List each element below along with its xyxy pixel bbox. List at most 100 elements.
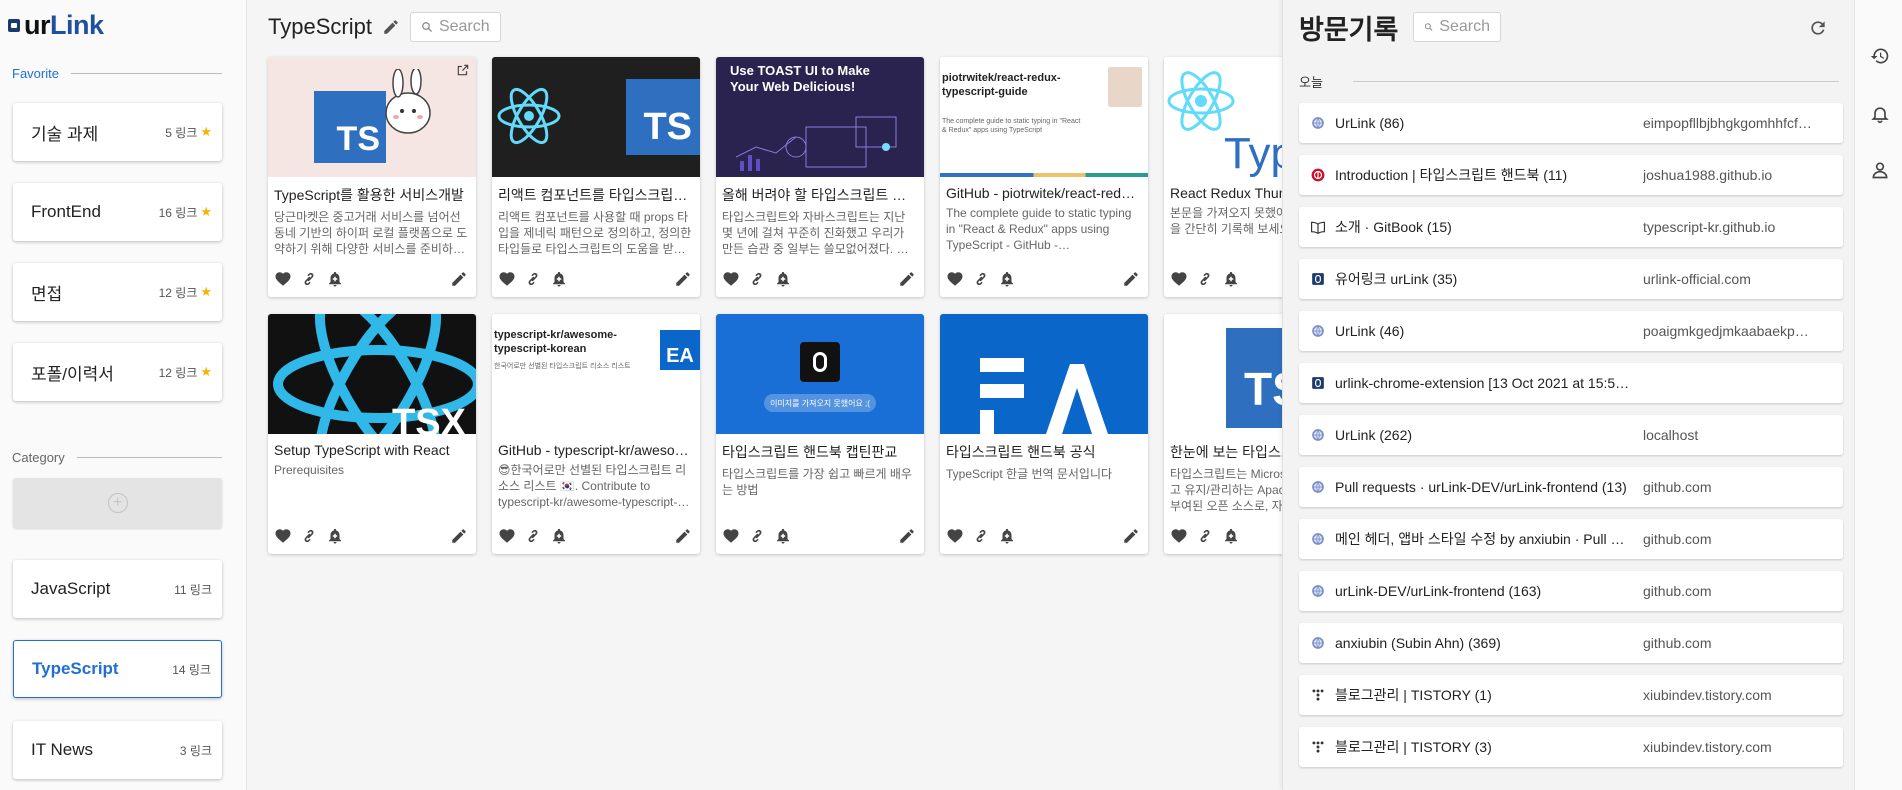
- link-card[interactable]: piotrwitek/react-redux-typescript-guide …: [940, 57, 1148, 297]
- link-icon[interactable]: [300, 527, 318, 545]
- favorite-item-4[interactable]: 포폴/이력서 12 링크 ★: [13, 343, 222, 401]
- edit-icon[interactable]: [674, 527, 692, 545]
- link-card[interactable]: typescript-kr/awesome-typescript-korean …: [492, 314, 700, 554]
- bell-plus-icon[interactable]: [550, 270, 568, 288]
- history-item[interactable]: anxiubin (Subin Ahn) (369) github.com: [1299, 623, 1843, 663]
- edit-icon[interactable]: [898, 270, 916, 288]
- history-item-title: 블로그관리 | TISTORY (1): [1335, 687, 1492, 703]
- heart-icon[interactable]: [722, 527, 740, 545]
- category-item-name: JavaScript: [31, 579, 111, 598]
- edit-icon[interactable]: [450, 527, 468, 545]
- history-item-title: 메인 헤더, 앱바 스타일 수정 by anxiubin · Pull Requ…: [1335, 531, 1631, 547]
- user-icon[interactable]: [1870, 160, 1890, 180]
- refresh-icon[interactable]: [1808, 18, 1828, 38]
- history-item[interactable]: 블로그관리 | TISTORY (1) xiubindev.tistory.com: [1299, 675, 1843, 715]
- heart-icon[interactable]: [946, 270, 964, 288]
- card-title: 올해 버려야 할 타입스크립트 나쁜 습관: [722, 187, 924, 203]
- history-item[interactable]: UrLink (262) localhost: [1299, 415, 1843, 455]
- heart-icon[interactable]: [274, 270, 292, 288]
- card-description: 타입스크립트를 가장 쉽고 빠르게 배우는 방법: [722, 467, 912, 497]
- urlink-icon: [1311, 272, 1325, 286]
- edit-icon[interactable]: [898, 527, 916, 545]
- link-card[interactable]: TSX Setup TypeScript with React Prerequi…: [268, 314, 476, 554]
- history-item[interactable]: Pull requests · urLink-DEV/urLink-fronte…: [1299, 467, 1843, 507]
- link-card[interactable]: 타입스크립트 핸드북 공식 TypeScript 한글 번역 문서입니다: [940, 314, 1148, 554]
- history-panel: 방문기록 Search 오늘 UrLink (86) eimpopfllbjbhg…: [1282, 0, 1854, 790]
- history-search-input[interactable]: Search: [1413, 12, 1501, 42]
- bell-plus-icon[interactable]: [326, 270, 344, 288]
- globe-icon: [1311, 532, 1325, 546]
- history-item-domain: typescript-kr.github.io: [1643, 219, 1776, 235]
- heart-icon[interactable]: [498, 270, 516, 288]
- open-external-icon[interactable]: [456, 63, 470, 77]
- bell-icon[interactable]: [1870, 104, 1890, 124]
- card-thumbnail: 이미지를 가져오지 못했어요 ;(: [716, 314, 924, 434]
- link-icon[interactable]: [1196, 527, 1214, 545]
- bell-plus-icon[interactable]: [550, 527, 568, 545]
- history-item-title: urLink-DEV/urLink-frontend (163): [1335, 583, 1542, 599]
- history-item[interactable]: 소개 · GitBook (15) typescript-kr.github.io: [1299, 207, 1843, 247]
- book-icon: [1311, 220, 1325, 234]
- heart-icon[interactable]: [498, 527, 516, 545]
- ea-logo: EA: [660, 330, 700, 370]
- link-search-input[interactable]: Search: [409, 12, 501, 42]
- heart-icon[interactable]: [946, 527, 964, 545]
- add-circle-icon: +: [107, 493, 128, 513]
- ts-logo: TS: [626, 79, 700, 155]
- bell-plus-icon[interactable]: [326, 527, 344, 545]
- history-item[interactable]: urLink-DEV/urLink-frontend (163) github.c…: [1299, 571, 1843, 611]
- category-item-javascript[interactable]: JavaScript 11 링크: [13, 560, 222, 618]
- history-item-domain: urlink-official.com: [1643, 271, 1751, 287]
- history-item[interactable]: urlink-chrome-extension [13 Oct 2021 at …: [1299, 363, 1843, 403]
- heart-icon[interactable]: [722, 270, 740, 288]
- history-item[interactable]: UrLink (46) poaigmkgedjmkaabaekpnmgafbbcf…: [1299, 311, 1843, 351]
- link-icon[interactable]: [972, 270, 990, 288]
- link-icon[interactable]: [300, 270, 318, 288]
- favorite-item-3[interactable]: 면접 12 링크 ★: [13, 263, 222, 321]
- app-logo[interactable]: urLink: [8, 10, 104, 41]
- link-icon[interactable]: [524, 270, 542, 288]
- category-item-typescript[interactable]: TypeScript 14 링크: [13, 640, 222, 698]
- bell-plus-icon[interactable]: [774, 270, 792, 288]
- thumb-repo-desc: 한국어로만 선별된 타입스크립트 리소스 리스트: [494, 363, 631, 370]
- history-icon[interactable]: [1870, 46, 1890, 66]
- card-thumbnail: TSX: [268, 314, 476, 434]
- add-category-button[interactable]: +: [13, 478, 222, 528]
- link-card[interactable]: Use TOAST UI to Make Your Web Delicious!…: [716, 57, 924, 297]
- favorite-item-1[interactable]: 기술 과제 5 링크 ★: [13, 103, 222, 161]
- bell-plus-icon[interactable]: [1222, 270, 1240, 288]
- thumb-repo-name: typescript-kr/awesome-typescript-korean: [494, 329, 617, 355]
- card-actions: [946, 526, 1140, 546]
- edit-icon[interactable]: [450, 270, 468, 288]
- bell-plus-icon[interactable]: [998, 527, 1016, 545]
- edit-icon[interactable]: [1122, 527, 1140, 545]
- link-card[interactable]: 이미지를 가져오지 못했어요 ;( 타입스크립트 핸드북 캡틴판교 타입스크립트…: [716, 314, 924, 554]
- bell-plus-icon[interactable]: [774, 527, 792, 545]
- history-item[interactable]: 유어링크 urLink (35) urlink-official.com: [1299, 259, 1843, 299]
- link-card[interactable]: TS 리액트 컴포넌트를 타입스크립트로 작성하기 리액트 컴포넌트를 사용할 …: [492, 57, 700, 297]
- link-icon[interactable]: [524, 527, 542, 545]
- heart-icon[interactable]: [1170, 270, 1188, 288]
- history-item[interactable]: 메인 헤더, 앱바 스타일 수정 by anxiubin · Pull Requ…: [1299, 519, 1843, 559]
- heart-icon[interactable]: [274, 527, 292, 545]
- link-icon[interactable]: [1196, 270, 1214, 288]
- link-icon[interactable]: [748, 270, 766, 288]
- edit-icon[interactable]: [1122, 270, 1140, 288]
- heart-icon[interactable]: [1170, 527, 1188, 545]
- history-item[interactable]: 블로그관리 | TISTORY (3) xiubindev.tistory.com: [1299, 727, 1843, 767]
- history-item[interactable]: Introduction | 타입스크립트 핸드북 (11) joshua1988…: [1299, 155, 1843, 195]
- history-item-title: UrLink (262): [1335, 427, 1413, 443]
- link-card[interactable]: TS TypeScript를 활용한 서비스개발 당근마켓은 중고거래 서비스를…: [268, 57, 476, 297]
- urlink-icon: [1311, 376, 1325, 390]
- edit-title-icon[interactable]: [382, 18, 400, 36]
- favorite-item-2[interactable]: FrontEnd 16 링크 ★: [13, 183, 222, 241]
- category-item-it-news[interactable]: IT News 3 링크: [13, 721, 222, 779]
- edit-icon[interactable]: [674, 270, 692, 288]
- link-card[interactable]: TS 한눈에 보는 타입스크립트 타입스크립트는 Microsoft에서 개발하…: [1164, 314, 1282, 554]
- link-card[interactable]: TypeS React Redux Thunk TypeScript 본문을 가…: [1164, 57, 1282, 297]
- history-item[interactable]: UrLink (86) eimpopfllbjbhgkgomhhfcfmhgdb: [1299, 103, 1843, 143]
- link-icon[interactable]: [748, 527, 766, 545]
- bell-plus-icon[interactable]: [998, 270, 1016, 288]
- bell-plus-icon[interactable]: [1222, 527, 1240, 545]
- link-icon[interactable]: [972, 527, 990, 545]
